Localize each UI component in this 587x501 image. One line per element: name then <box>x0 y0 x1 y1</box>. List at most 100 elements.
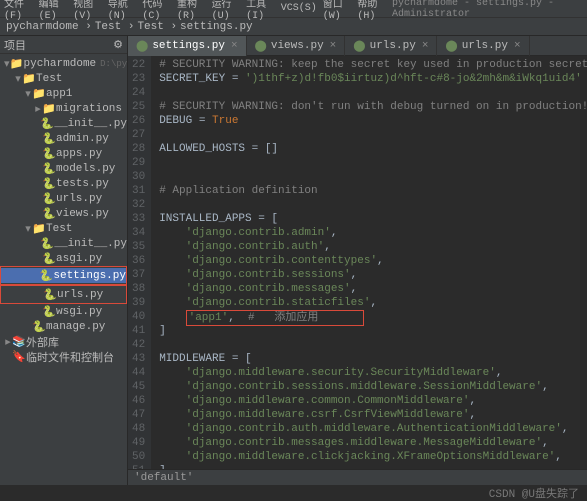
close-icon[interactable]: × <box>514 40 521 52</box>
editor-tab[interactable]: ⬤views.py× <box>247 36 346 56</box>
code-line[interactable]: 'app1', # 添加应用 <box>159 310 587 324</box>
tree-node[interactable]: 🐍models.py <box>0 161 127 176</box>
file-icon: 🐍 <box>42 305 54 319</box>
tree-node[interactable]: ▾📁Test <box>0 71 127 86</box>
code-editor[interactable]: 2223242526272829303132333435363738394041… <box>128 56 587 469</box>
line-number: 49 <box>132 436 145 450</box>
tree-node[interactable]: 🐍urls.py <box>0 191 127 206</box>
tab-label: settings.py <box>152 40 225 52</box>
code-line[interactable]: # SECURITY WARNING: don't run with debug… <box>159 100 587 114</box>
tree-node[interactable]: 🐍admin.py <box>0 131 127 146</box>
close-icon[interactable]: × <box>231 40 238 52</box>
editor-tab[interactable]: ⬤urls.py× <box>437 36 529 56</box>
menu-item[interactable]: 窗口(W) <box>323 0 352 22</box>
code-line[interactable] <box>159 128 587 142</box>
expand-icon[interactable]: ▸ <box>34 102 42 116</box>
python-icon: ⬤ <box>445 39 457 53</box>
file-icon: 🐍 <box>42 177 54 191</box>
tree-label: tests.py <box>56 178 109 190</box>
close-icon[interactable]: × <box>330 40 337 52</box>
source[interactable]: # SECURITY WARNING: keep the secret key … <box>151 56 587 469</box>
code-line[interactable]: DEBUG = True <box>159 114 587 128</box>
editor-tab[interactable]: ⬤urls.py× <box>345 36 437 56</box>
code-line[interactable] <box>159 198 587 212</box>
tree-node[interactable]: 🐍apps.py <box>0 146 127 161</box>
code-line[interactable]: 'django.middleware.clickjacking.XFrameOp… <box>159 450 587 464</box>
code-line[interactable]: 'django.contrib.staticfiles', <box>159 296 587 310</box>
sidebar-title: 项目 <box>4 37 26 53</box>
expand-icon[interactable]: ▾ <box>14 72 22 86</box>
code-line[interactable]: 'django.middleware.csrf.CsrfViewMiddlewa… <box>159 408 587 422</box>
tree-node[interactable]: 🐍tests.py <box>0 176 127 191</box>
code-line[interactable]: ] <box>159 324 587 338</box>
tree-node[interactable]: 🔖临时文件和控制台 <box>0 349 127 364</box>
tree-node[interactable]: 🐍manage.py <box>0 319 127 334</box>
crumb-item[interactable]: Test › <box>95 21 135 33</box>
tree-node[interactable]: 🐍views.py <box>0 206 127 221</box>
code-line[interactable]: MIDDLEWARE = [ <box>159 352 587 366</box>
tree-node[interactable]: 🐍settings.py <box>1 268 126 283</box>
code-line[interactable] <box>159 86 587 100</box>
tree-node[interactable]: 🐍urls.py <box>1 287 126 302</box>
code-line[interactable]: 'django.contrib.sessions.middleware.Sess… <box>159 380 587 394</box>
tree-node[interactable]: 🐍wsgi.py <box>0 304 127 319</box>
tree-label: urls.py <box>57 289 103 301</box>
code-line[interactable]: 'django.contrib.admin', <box>159 226 587 240</box>
code-line[interactable] <box>159 170 587 184</box>
line-number: 41 <box>132 324 145 338</box>
code-line[interactable]: 'django.middleware.common.CommonMiddlewa… <box>159 394 587 408</box>
crumb-item[interactable]: settings.py <box>180 21 253 33</box>
code-line[interactable]: 'django.middleware.security.SecurityMidd… <box>159 366 587 380</box>
menu-item[interactable]: 文件(F) <box>4 0 33 22</box>
line-number: 23 <box>132 72 145 86</box>
menu-item[interactable]: 工具(I) <box>246 0 275 22</box>
expand-icon[interactable]: ▾ <box>24 222 32 236</box>
line-number: 26 <box>132 114 145 128</box>
gear-icon[interactable]: ⚙ <box>113 38 123 52</box>
code-line[interactable]: 'django.contrib.messages', <box>159 282 587 296</box>
tree-node[interactable]: ▸📁migrations <box>0 101 127 116</box>
code-line[interactable]: # SECURITY WARNING: keep the secret key … <box>159 58 587 72</box>
code-line[interactable]: 'django.contrib.auth', <box>159 240 587 254</box>
tree-node[interactable]: 🐍__init__.py <box>0 116 127 131</box>
line-number: 36 <box>132 254 145 268</box>
line-number: 39 <box>132 296 145 310</box>
tree-node[interactable]: 🐍__init__.py <box>0 236 127 251</box>
menu-item[interactable]: 运行(U) <box>212 0 241 22</box>
file-icon: 🐍 <box>42 192 54 206</box>
code-line[interactable]: 'django.contrib.sessions', <box>159 268 587 282</box>
code-line[interactable]: SECRET_KEY = ')1thf+z)d!fb0$iirtuz)d^hft… <box>159 72 587 86</box>
expand-icon[interactable]: ▸ <box>4 335 12 349</box>
code-line[interactable]: 'django.contrib.contenttypes', <box>159 254 587 268</box>
expand-icon[interactable]: ▾ <box>24 87 32 101</box>
tree-node[interactable]: 🐍asgi.py <box>0 251 127 266</box>
code-line[interactable]: 'django.contrib.messages.middleware.Mess… <box>159 436 587 450</box>
crumb-item[interactable]: pycharmdome › <box>6 21 92 33</box>
tree-node[interactable]: ▾📁app1 <box>0 86 127 101</box>
menu-bar: 文件(F)编辑(E)视图(V)导航(N)代码(C)重构(R)运行(U)工具(I)… <box>0 0 587 18</box>
menu-item[interactable]: 帮助(H) <box>357 0 386 22</box>
menu-item[interactable]: 编辑(E) <box>39 0 68 22</box>
close-icon[interactable]: × <box>422 40 429 52</box>
menu-item[interactable]: VCS(S) <box>281 3 317 14</box>
menu-item[interactable]: 导航(N) <box>108 0 137 22</box>
menu-item[interactable]: 视图(V) <box>73 0 102 22</box>
tree-label: app1 <box>46 88 72 100</box>
code-line[interactable]: INSTALLED_APPS = [ <box>159 212 587 226</box>
code-line[interactable]: ALLOWED_HOSTS = [] <box>159 142 587 156</box>
editor-tab[interactable]: ⬤settings.py× <box>128 36 247 56</box>
tree-node[interactable]: ▾📁pycharmdomeD:\pycharmdome <box>0 56 127 71</box>
tree-node[interactable]: ▸📚外部库 <box>0 334 127 349</box>
menu-item[interactable]: 重构(R) <box>177 0 206 22</box>
code-line[interactable] <box>159 156 587 170</box>
menu-item[interactable]: 代码(C) <box>142 0 171 22</box>
file-icon: 📁 <box>22 72 34 86</box>
tree-label: apps.py <box>56 148 102 160</box>
tree-node[interactable]: ▾📁Test <box>0 221 127 236</box>
project-tree[interactable]: ▾📁pycharmdomeD:\pycharmdome▾📁Test▾📁app1▸… <box>0 54 127 485</box>
crumb-item[interactable]: Test › <box>137 21 177 33</box>
line-number: 30 <box>132 170 145 184</box>
code-line[interactable] <box>159 338 587 352</box>
code-line[interactable]: 'django.contrib.auth.middleware.Authenti… <box>159 422 587 436</box>
code-line[interactable]: # Application definition <box>159 184 587 198</box>
